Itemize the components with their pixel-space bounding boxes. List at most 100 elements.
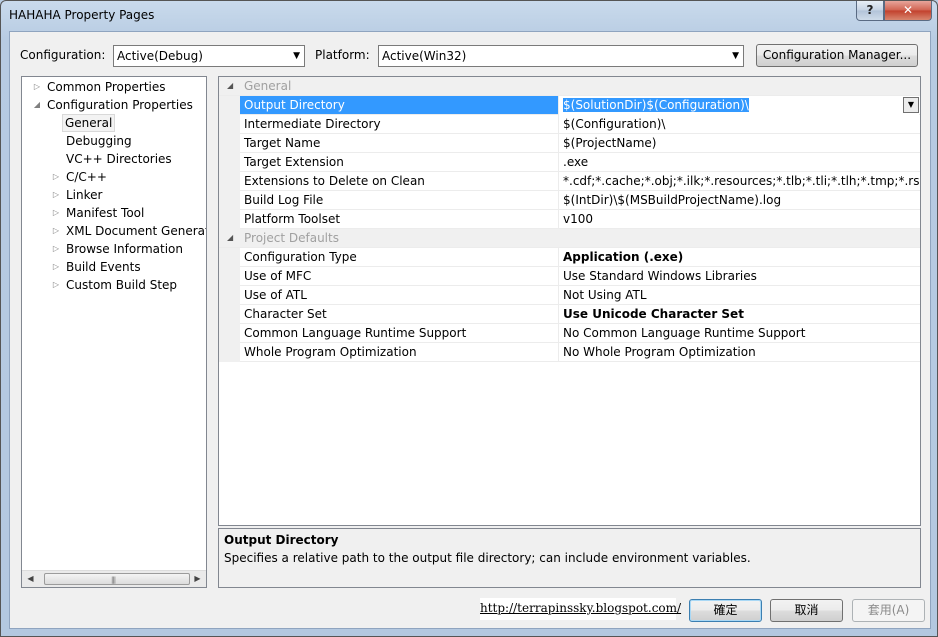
property-row-clr-support[interactable]: Common Language Runtime Support No Commo… xyxy=(219,324,920,343)
row-margin xyxy=(219,172,240,191)
description-title: Output Directory xyxy=(224,533,339,547)
property-name: Intermediate Directory xyxy=(244,117,381,131)
category-project-defaults[interactable]: ◢ Project Defaults xyxy=(219,229,920,248)
property-value[interactable]: v100 xyxy=(558,210,919,229)
row-margin xyxy=(219,286,240,305)
tree-item-label: XML Document Generator xyxy=(66,224,207,238)
row-margin xyxy=(219,210,240,229)
expand-arrow-icon[interactable]: ▷ xyxy=(51,168,61,186)
expand-arrow-icon[interactable]: ▷ xyxy=(51,222,61,240)
tree-item-label: Browse Information xyxy=(66,242,183,256)
property-grid[interactable]: ◢ General Output Directory $(SolutionDir… xyxy=(218,76,921,526)
grip-icon: ||| xyxy=(111,576,116,584)
row-margin xyxy=(219,96,240,115)
category-label: General xyxy=(244,79,292,93)
window-title: HAHAHA Property Pages xyxy=(9,8,155,22)
tree-item-label: Build Events xyxy=(66,260,141,274)
property-name: Configuration Type xyxy=(244,250,357,264)
row-margin xyxy=(219,115,240,134)
property-name: Use of MFC xyxy=(244,269,312,283)
platform-combo[interactable]: Active(Win32) ▼ xyxy=(378,45,744,67)
property-value[interactable]: $(ProjectName) xyxy=(558,134,919,153)
expand-arrow-icon[interactable]: ▷ xyxy=(51,204,61,222)
property-name: Extensions to Delete on Clean xyxy=(244,174,425,188)
property-row-character-set[interactable]: Character Set Use Unicode Character Set xyxy=(219,305,920,324)
property-name: Common Language Runtime Support xyxy=(244,326,467,340)
property-value-input[interactable]: $(SolutionDir)$(Configuration)\ xyxy=(558,96,919,115)
expand-arrow-icon[interactable]: ▷ xyxy=(32,78,42,96)
chevron-down-icon: ▼ xyxy=(293,51,300,61)
scrollbar-thumb[interactable]: ||| xyxy=(44,573,190,585)
expand-arrow-icon[interactable]: ▷ xyxy=(51,276,61,294)
scroll-right-icon[interactable]: ▶ xyxy=(189,571,206,587)
tree-item-label: General xyxy=(62,114,116,132)
collapse-arrow-icon[interactable]: ◢ xyxy=(32,96,42,114)
tree-item-label: Configuration Properties xyxy=(47,98,193,112)
property-row-intermediate-directory[interactable]: Intermediate Directory $(Configuration)\ xyxy=(219,115,920,134)
configuration-label: Configuration: xyxy=(20,48,106,62)
property-row-whole-program-optimization[interactable]: Whole Program Optimization No Whole Prog… xyxy=(219,343,920,362)
property-name: Use of ATL xyxy=(244,288,307,302)
row-margin xyxy=(219,324,240,343)
property-name: Platform Toolset xyxy=(244,212,341,226)
configuration-combo[interactable]: Active(Debug) ▼ xyxy=(113,45,305,67)
property-row-output-directory[interactable]: Output Directory $(SolutionDir)$(Configu… xyxy=(219,96,920,115)
property-row-target-name[interactable]: Target Name $(ProjectName) xyxy=(219,134,920,153)
category-label: Project Defaults xyxy=(244,231,339,245)
property-row-extensions-to-delete[interactable]: Extensions to Delete on Clean *.cdf;*.ca… xyxy=(219,172,920,191)
property-row-build-log-file[interactable]: Build Log File $(IntDir)\$(MSBuildProjec… xyxy=(219,191,920,210)
tree-item-label: VC++ Directories xyxy=(66,152,172,166)
platform-label: Platform: xyxy=(315,48,370,62)
title-bar[interactable]: HAHAHA Property Pages ? ✕ xyxy=(1,1,937,31)
property-name: Target Name xyxy=(244,136,321,150)
tree-item-label: Manifest Tool xyxy=(66,206,145,220)
category-general[interactable]: ◢ General xyxy=(219,77,920,96)
chevron-down-icon: ▼ xyxy=(732,51,739,61)
tree-item-label: C/C++ xyxy=(66,170,107,184)
property-value[interactable]: No Common Language Runtime Support xyxy=(558,324,919,343)
property-value[interactable]: Use Standard Windows Libraries xyxy=(558,267,919,286)
property-value[interactable]: $(Configuration)\ xyxy=(558,115,919,134)
property-name: Output Directory xyxy=(240,96,558,114)
expand-arrow-icon[interactable]: ▷ xyxy=(51,258,61,276)
property-pages-window: HAHAHA Property Pages ? ✕ Configuration:… xyxy=(0,0,938,637)
property-tree[interactable]: ▷ Common Properties ◢ Configuration Prop… xyxy=(21,76,207,588)
help-button[interactable]: ? xyxy=(856,1,884,21)
platform-combo-value: Active(Win32) xyxy=(382,49,467,63)
tree-item-label: Linker xyxy=(66,188,103,202)
ok-button[interactable]: 確定 xyxy=(689,599,762,622)
property-name: Build Log File xyxy=(244,193,324,207)
collapse-arrow-icon[interactable]: ◢ xyxy=(227,77,233,95)
property-value[interactable]: Not Using ATL xyxy=(558,286,919,305)
apply-button[interactable]: 套用(A) xyxy=(852,599,925,622)
property-value[interactable]: Application (.exe) xyxy=(558,248,919,267)
cancel-button[interactable]: 取消 xyxy=(770,599,843,622)
configuration-manager-button[interactable]: Configuration Manager... xyxy=(756,44,918,67)
property-value[interactable]: Use Unicode Character Set xyxy=(558,305,919,324)
description-text: Specifies a relative path to the output … xyxy=(224,551,751,565)
close-button[interactable]: ✕ xyxy=(884,1,932,21)
property-row-use-of-atl[interactable]: Use of ATL Not Using ATL xyxy=(219,286,920,305)
expand-arrow-icon[interactable]: ▷ xyxy=(51,186,61,204)
description-panel: Output Directory Specifies a relative pa… xyxy=(218,528,921,588)
property-value[interactable]: .exe xyxy=(558,153,919,172)
row-margin xyxy=(219,267,240,286)
collapse-arrow-icon[interactable]: ◢ xyxy=(227,229,233,247)
property-name: Whole Program Optimization xyxy=(244,345,417,359)
property-value[interactable]: No Whole Program Optimization xyxy=(558,343,919,362)
property-value[interactable]: *.cdf;*.cache;*.obj;*.ilk;*.resources;*.… xyxy=(558,172,919,191)
property-value[interactable]: $(IntDir)\$(MSBuildProjectName).log xyxy=(558,191,919,210)
scroll-left-icon[interactable]: ◀ xyxy=(22,571,39,587)
property-row-target-extension[interactable]: Target Extension .exe xyxy=(219,153,920,172)
row-margin xyxy=(219,153,240,172)
property-row-use-of-mfc[interactable]: Use of MFC Use Standard Windows Librarie… xyxy=(219,267,920,286)
row-margin xyxy=(219,248,240,267)
row-margin xyxy=(219,191,240,210)
dropdown-arrow-icon[interactable]: ▼ xyxy=(903,97,919,113)
tree-horizontal-scrollbar[interactable]: ◀ ||| ▶ xyxy=(22,570,206,587)
expand-arrow-icon[interactable]: ▷ xyxy=(51,240,61,258)
property-row-platform-toolset[interactable]: Platform Toolset v100 xyxy=(219,210,920,229)
row-margin xyxy=(219,305,240,324)
row-margin xyxy=(219,134,240,153)
property-row-configuration-type[interactable]: Configuration Type Application (.exe) xyxy=(219,248,920,267)
